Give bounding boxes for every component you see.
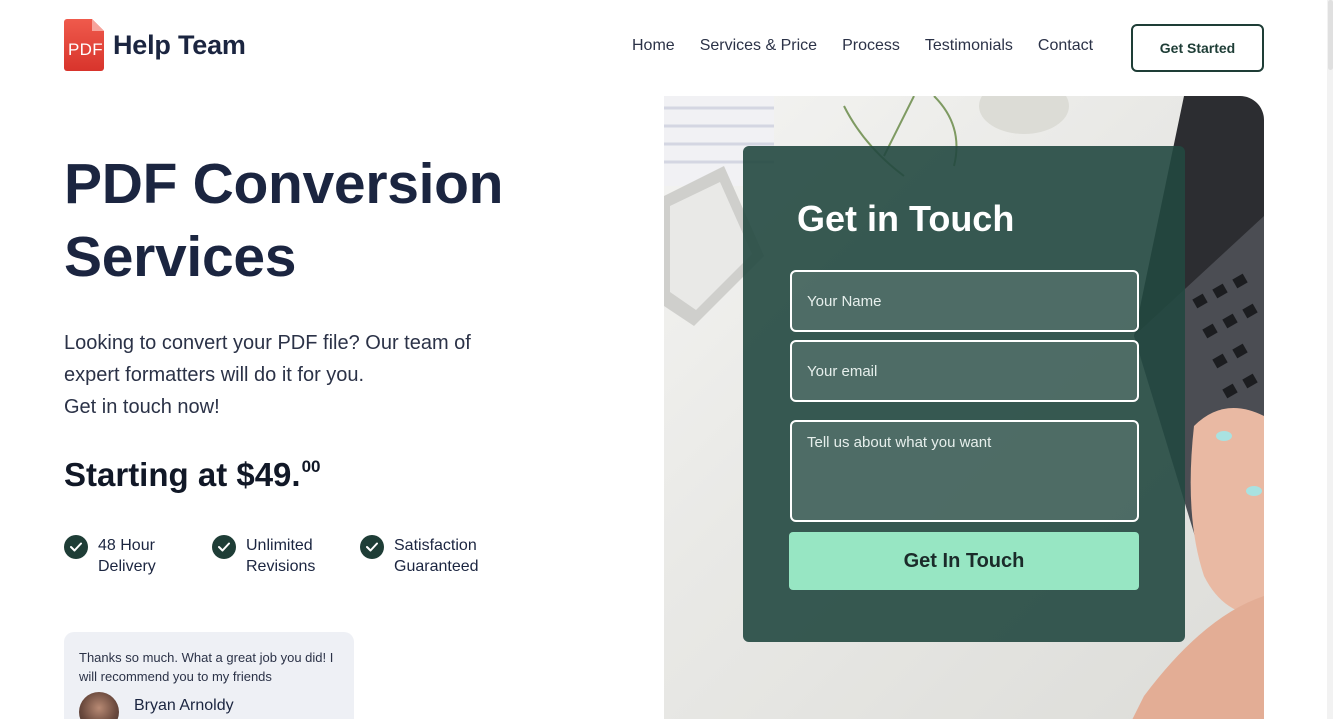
hero-description-line: expert formatters will do it for you. bbox=[64, 364, 365, 386]
feature-label: Unlimited Revisions bbox=[246, 535, 315, 577]
nav-item-contact[interactable]: Contact bbox=[1038, 37, 1093, 55]
get-started-button[interactable]: Get Started bbox=[1131, 24, 1264, 72]
page-title: PDF Conversion Services bbox=[64, 148, 584, 294]
feature-label-line2: Revisions bbox=[246, 558, 316, 575]
page-title-line1: PDF Conversion bbox=[64, 152, 504, 216]
main-nav: Home Services & Price Process Testimonia… bbox=[632, 37, 1093, 55]
email-input[interactable]: Your email bbox=[790, 340, 1139, 402]
feature-label: 48 Hour Delivery bbox=[98, 535, 156, 577]
pdf-file-icon: PDF bbox=[64, 19, 104, 71]
starting-price: Starting at $49.00 bbox=[64, 456, 321, 494]
logo-badge-text: PDF bbox=[68, 40, 103, 59]
nav-item-process[interactable]: Process bbox=[842, 37, 900, 55]
feature-label-line1: 48 Hour bbox=[98, 537, 155, 554]
testimonial-author: Bryan Arnoldy bbox=[79, 692, 339, 719]
page-title-line2: Services bbox=[64, 225, 297, 289]
feature-label-line1: Unlimited bbox=[246, 537, 313, 554]
hero-description: Looking to convert your PDF file? Our te… bbox=[64, 327, 534, 423]
price-main: Starting at $49. bbox=[64, 456, 301, 493]
feature-label-line1: Satisfaction bbox=[394, 537, 477, 554]
name-input[interactable]: Your Name bbox=[790, 270, 1139, 332]
testimonial-card: Thanks so much. What a great job you did… bbox=[64, 632, 354, 719]
page-scrollbar[interactable] bbox=[1327, 0, 1333, 719]
feature-label: Satisfaction Guaranteed bbox=[394, 535, 479, 577]
get-in-touch-button[interactable]: Get In Touch bbox=[789, 532, 1139, 590]
contact-form-title: Get in Touch bbox=[797, 198, 1015, 239]
check-icon bbox=[360, 535, 384, 559]
logo-text: Help Team bbox=[113, 29, 246, 60]
scrollbar-thumb[interactable] bbox=[1328, 0, 1333, 70]
nav-item-home[interactable]: Home bbox=[632, 37, 675, 55]
hero-description-line: Looking to convert your PDF file? Our te… bbox=[64, 332, 471, 354]
check-icon bbox=[212, 535, 236, 559]
feature-list: 48 Hour Delivery Unlimited Revisions Sat… bbox=[64, 535, 508, 577]
feature-label-line2: Delivery bbox=[98, 558, 156, 575]
logo[interactable]: PDF Help Team bbox=[64, 19, 246, 71]
feature-label-line2: Guaranteed bbox=[394, 558, 479, 575]
testimonial-quote: Thanks so much. What a great job you did… bbox=[79, 650, 334, 684]
check-icon bbox=[64, 535, 88, 559]
avatar bbox=[79, 692, 119, 719]
nav-item-testimonials[interactable]: Testimonials bbox=[925, 37, 1013, 55]
feature-item: 48 Hour Delivery bbox=[64, 535, 212, 577]
feature-item: Unlimited Revisions bbox=[212, 535, 360, 577]
testimonial-name: Bryan Arnoldy bbox=[134, 697, 234, 714]
message-textarea[interactable]: Tell us about what you want bbox=[790, 420, 1139, 522]
feature-item: Satisfaction Guaranteed bbox=[360, 535, 508, 577]
hero-description-line: Get in touch now! bbox=[64, 396, 220, 418]
price-cents: 00 bbox=[301, 457, 321, 476]
nav-item-services-price[interactable]: Services & Price bbox=[700, 37, 817, 55]
